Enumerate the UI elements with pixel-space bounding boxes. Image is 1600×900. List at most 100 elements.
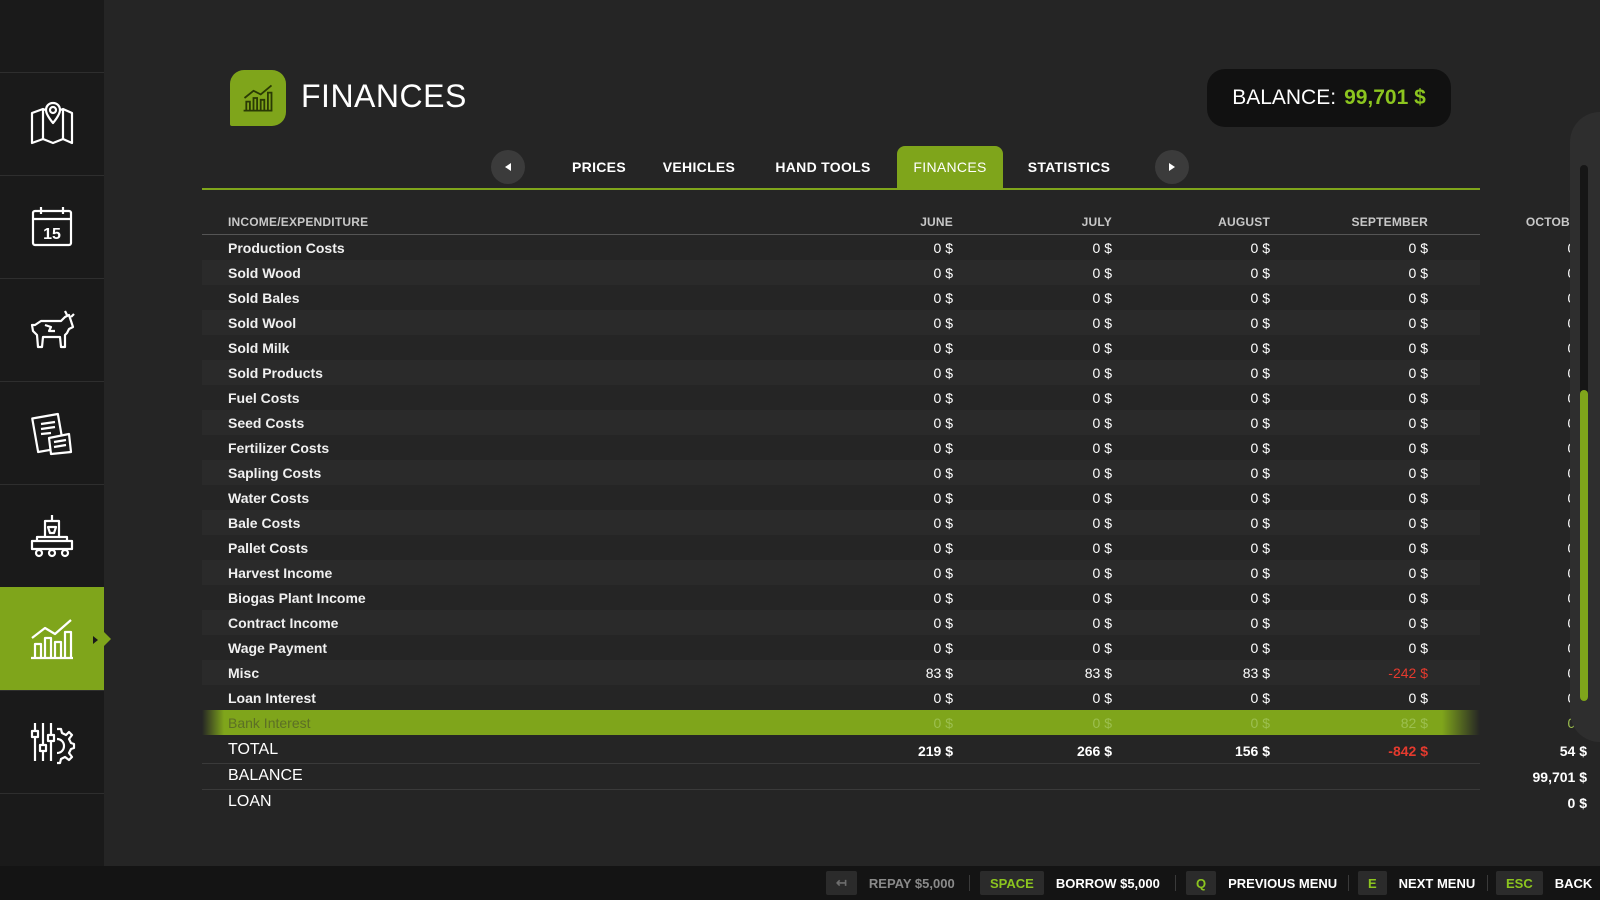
tab-next-button[interactable] [1155,150,1189,184]
cell-september: 0 $ [1408,615,1428,631]
sidebar-item-calendar[interactable]: 15 [0,175,104,278]
table-row[interactable]: Fertilizer Costs 0 $ 0 $ 0 $ 0 $ 0 $ [202,435,1587,460]
cell-july: 0 $ [1092,640,1112,656]
cell-july: 0 $ [1092,690,1112,706]
table-row[interactable]: Wage Payment 0 $ 0 $ 0 $ 0 $ 0 $ [202,635,1587,660]
column-header: INCOME/EXPENDITURE [228,215,369,229]
table-row[interactable]: Bale Costs 0 $ 0 $ 0 $ 0 $ 0 $ [202,510,1587,535]
table-row[interactable]: Sold Wood 0 $ 0 $ 0 $ 0 $ 0 $ [202,260,1587,285]
cell-july: 0 $ [1092,415,1112,431]
table-row[interactable]: Sapling Costs 0 $ 0 $ 0 $ 0 $ 0 $ [202,460,1587,485]
cell-july: 83 $ [1084,665,1112,681]
cell-september: 0 $ [1408,515,1428,531]
scrollbar-thumb[interactable] [1580,390,1588,701]
cell-september: 0 $ [1408,465,1428,481]
table-row[interactable]: Production Costs 0 $ 0 $ 0 $ 0 $ 0 $ [202,235,1587,260]
next-menu-button[interactable]: E NEXT MENU [1358,871,1475,895]
cell-july: 0 $ [1092,715,1112,731]
contracts-icon [31,412,73,456]
back-button[interactable]: ESC BACK [1496,871,1592,895]
cell-june: 0 $ [933,640,953,656]
tab-finances[interactable]: FINANCES [897,146,1003,188]
cell-august: 0 $ [1250,565,1270,581]
cell-june: 0 $ [933,615,953,631]
column-header: AUGUST [1218,215,1270,229]
cell-august: 0 $ [1250,615,1270,631]
previous-menu-button[interactable]: Q PREVIOUS MENU [1186,871,1337,895]
column-header: SEPTEMBER [1351,215,1428,229]
cell-september: 0 $ [1408,240,1428,256]
table-row[interactable]: Sold Milk 0 $ 0 $ 0 $ 0 $ 0 $ [202,335,1587,360]
table-row[interactable]: Misc 83 $ 83 $ 83 $ -242 $ 0 $ [202,660,1587,685]
table-row[interactable]: Loan Interest 0 $ 0 $ 0 $ 0 $ 0 $ [202,685,1587,710]
row-label: Fertilizer Costs [228,440,330,456]
cell-august: 0 $ [1250,515,1270,531]
row-label: Wage Payment [228,640,328,656]
table-row[interactable]: Contract Income 0 $ 0 $ 0 $ 0 $ 0 $ [202,610,1587,635]
row-label: Loan Interest [228,690,316,706]
cell-september: 82 $ [1400,715,1428,731]
cell-august: 0 $ [1250,465,1270,481]
row-label: Sold Wood [228,265,301,281]
key-space: SPACE [980,871,1044,895]
sidebar-item-production[interactable] [0,484,104,587]
cell-august: 0 $ [1250,690,1270,706]
cell-august: 0 $ [1250,640,1270,656]
sidebar-item-finances[interactable] [0,587,111,690]
table-row[interactable]: Harvest Income 0 $ 0 $ 0 $ 0 $ 0 $ [202,560,1587,585]
tab-hand-tools[interactable]: HAND TOOLS [768,146,878,188]
cell-june: 0 $ [933,690,953,706]
totals-section: TOTAL 219 $ 266 $ 156 $ -842 $ 54 $ BALA… [202,738,1587,815]
cell-september: 0 $ [1408,265,1428,281]
table-row[interactable]: Pallet Costs 0 $ 0 $ 0 $ 0 $ 0 $ [202,535,1587,560]
cell-august: 0 $ [1250,340,1270,356]
balance-october: 99,701 $ [1532,769,1588,785]
sidebar-item-animals[interactable] [0,278,104,381]
page-title: FINANCES [301,78,467,114]
finance-table: Production Costs 0 $ 0 $ 0 $ 0 $ 0 $ Sol… [202,235,1587,735]
cell-september: 0 $ [1408,565,1428,581]
sidebar-item-contracts[interactable] [0,381,104,484]
tab-statistics[interactable]: STATISTICS [1018,146,1120,188]
cell-september: -242 $ [1388,665,1428,681]
table-row[interactable]: Fuel Costs 0 $ 0 $ 0 $ 0 $ 0 $ [202,385,1587,410]
table-row[interactable]: Water Costs 0 $ 0 $ 0 $ 0 $ 0 $ [202,485,1587,510]
cell-september: 0 $ [1408,315,1428,331]
table-row[interactable]: Sold Wool 0 $ 0 $ 0 $ 0 $ 0 $ [202,310,1587,335]
cell-july: 0 $ [1092,240,1112,256]
cell-august: 0 $ [1250,240,1270,256]
row-label: Biogas Plant Income [228,590,366,606]
total-october: 54 $ [1559,743,1587,759]
table-row[interactable]: Sold Bales 0 $ 0 $ 0 $ 0 $ 0 $ [202,285,1587,310]
finances-chart-icon [243,84,273,112]
row-label: Harvest Income [228,565,333,581]
repay-button[interactable]: ↤ REPAY $5,000 [826,871,955,895]
cell-june: 0 $ [933,715,953,731]
table-row[interactable]: Sold Products 0 $ 0 $ 0 $ 0 $ 0 $ [202,360,1587,385]
cell-august: 0 $ [1250,540,1270,556]
cell-august: 0 $ [1250,290,1270,306]
tab-prices[interactable]: PRICES [560,146,638,188]
sidebar-item-map[interactable] [0,72,104,175]
sidebar-item-settings[interactable] [0,690,104,793]
key-q: Q [1186,871,1217,895]
cell-august: 83 $ [1242,665,1270,681]
tab-prev-button[interactable] [491,150,525,184]
settings-icon [30,723,76,765]
production-icon [30,515,74,558]
borrow-button[interactable]: SPACE BORROW $5,000 [980,871,1160,895]
table-row-selected[interactable]: Bank Interest 0 $ 0 $ 0 $ 82 $ 0 $ [202,710,1587,735]
cell-july: 0 $ [1092,590,1112,606]
cell-july: 0 $ [1092,390,1112,406]
table-row[interactable]: Biogas Plant Income 0 $ 0 $ 0 $ 0 $ 0 $ [202,585,1587,610]
cell-june: 0 $ [933,565,953,581]
total-august: 156 $ [1234,743,1270,759]
cell-august: 0 $ [1250,390,1270,406]
cell-september: 0 $ [1408,340,1428,356]
row-label: Seed Costs [228,415,305,431]
table-row[interactable]: Seed Costs 0 $ 0 $ 0 $ 0 $ 0 $ [202,410,1587,435]
cell-june: 0 $ [933,340,953,356]
tab-vehicles[interactable]: VEHICLES [654,146,744,188]
cell-september: 0 $ [1408,440,1428,456]
row-label: Water Costs [228,490,310,506]
